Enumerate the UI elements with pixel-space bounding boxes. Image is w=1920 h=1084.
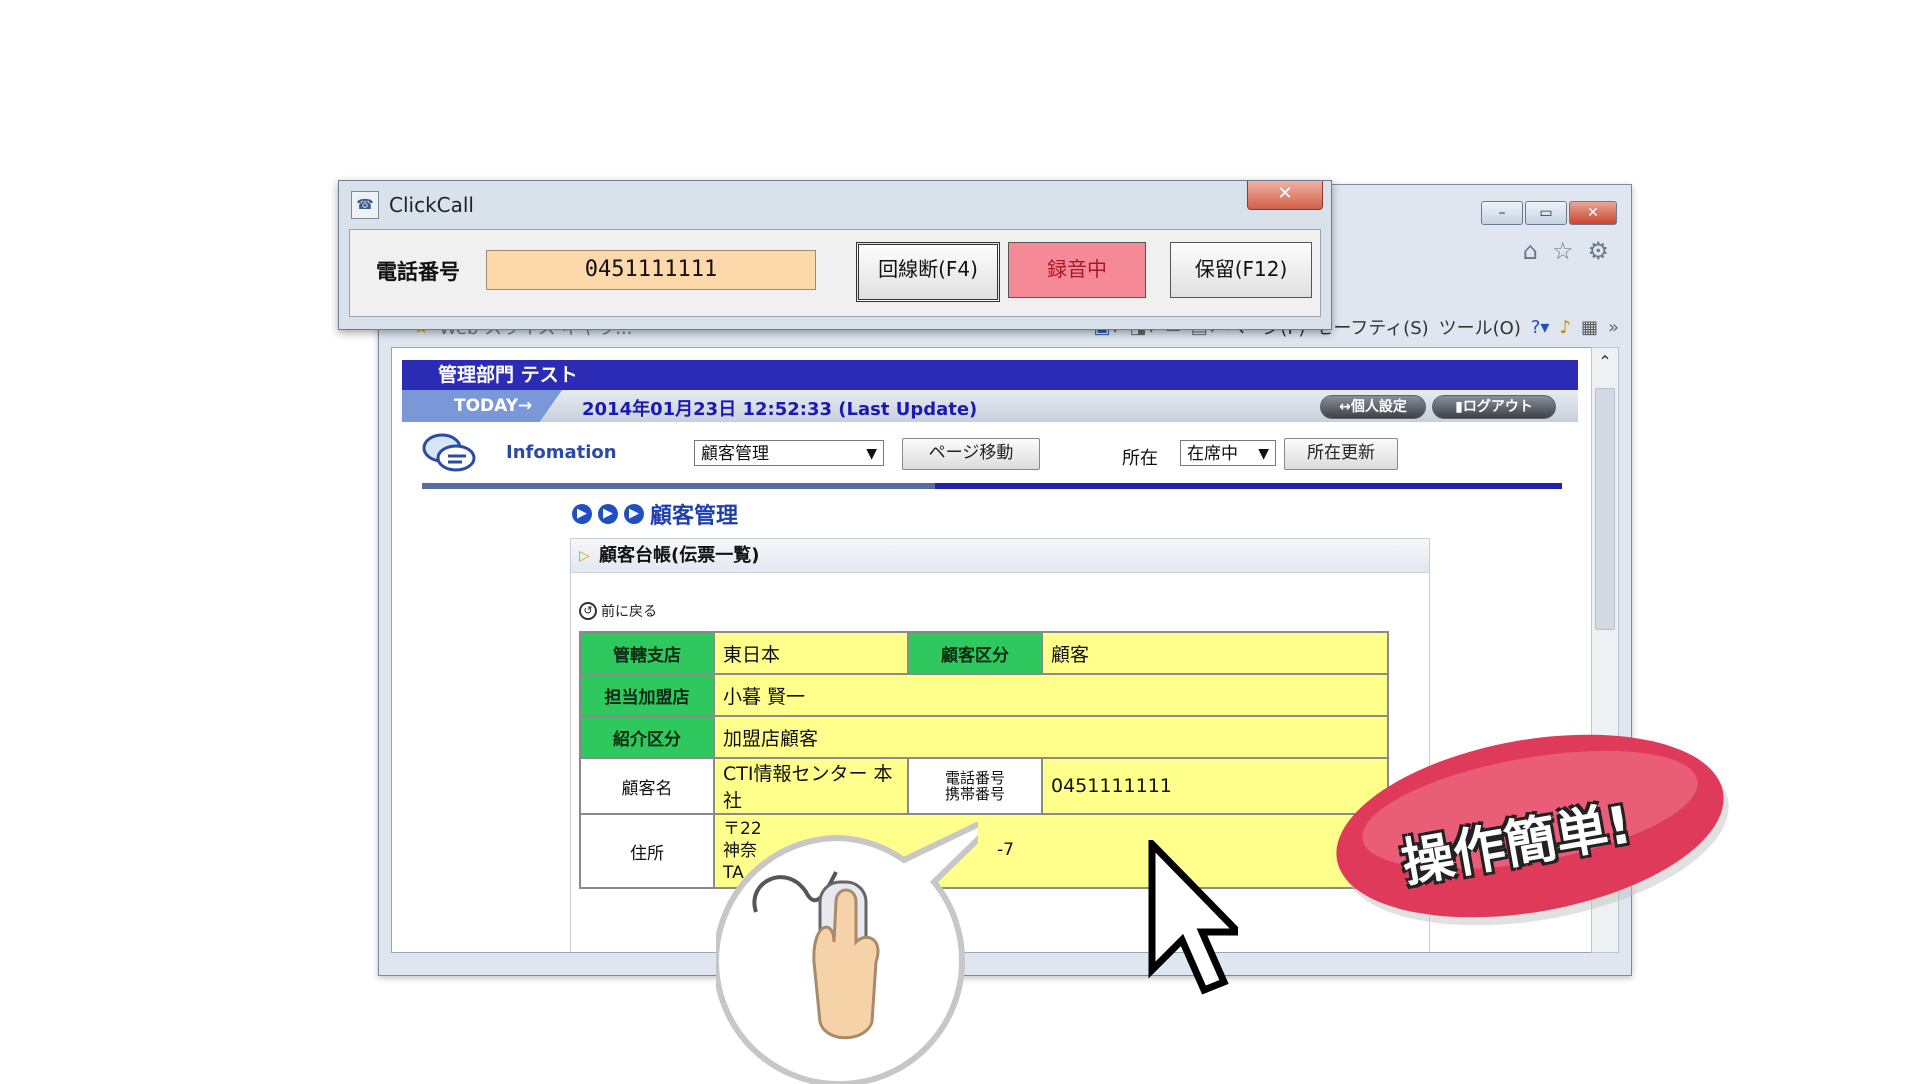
customer-panel: ▷ 顧客台帳(伝票一覧) ↺ 前に戻る 管轄支店 東日本 顧客区分 顧客 担当加… (570, 538, 1430, 952)
tools-menu[interactable]: ツール(O) (1439, 314, 1521, 340)
logout-label: ログアウト (1462, 399, 1533, 415)
mouse-click-callout (716, 822, 978, 1084)
gear-icon[interactable]: ⚙ (1587, 237, 1609, 265)
arrow-circle-icon: ▶ (598, 504, 618, 524)
minimize-button[interactable]: – (1481, 201, 1523, 225)
scroll-up-icon[interactable]: ⌃ (1592, 352, 1618, 371)
info-row: Infomation 顧客管理 ▼ ページ移動 所在 在席中 ▼ 所在更新 (412, 430, 1572, 480)
table-row: 管轄支店 東日本 顧客区分 顧客 (579, 631, 1389, 675)
date-bar: TODAY→ 2014年01月23日 12:52:33 (Last Update… (402, 390, 1578, 422)
customer-table: 管轄支店 東日本 顧客区分 顧客 担当加盟店 小暮 賢一 紹介区分 加盟店顧客 … (579, 631, 1389, 889)
clickcall-dialog: ☎ ClickCall ✕ 電話番号 0451111111 回線断(F4) 録音… (338, 180, 1332, 330)
tel-label: 電話番号 (376, 260, 460, 284)
page-select[interactable]: 顧客管理 ▼ (694, 440, 884, 466)
addon-icon[interactable]: ▦ (1581, 317, 1598, 338)
category-label: 顧客区分 (907, 631, 1043, 675)
home-icon[interactable]: ⌂ (1523, 237, 1538, 265)
today-tab: TODAY→ (402, 390, 562, 422)
information-label: Infomation (506, 442, 617, 463)
chat-bubbles-icon (422, 433, 476, 472)
location-update-button[interactable]: 所在更新 (1284, 438, 1398, 470)
phone-app-icon: ☎ (351, 191, 379, 219)
chevron-down-icon: ▼ (866, 446, 877, 462)
back-arrow-icon: ↺ (579, 602, 597, 620)
research-icon[interactable]: ♪ (1559, 317, 1571, 338)
maximize-button[interactable]: ▭ (1525, 201, 1567, 225)
customer-name-label: 顧客名 (579, 757, 715, 815)
agent-label: 担当加盟店 (579, 673, 715, 717)
triangle-icon: ▷ (579, 548, 590, 564)
personal-settings-button[interactable]: ↔個人設定 (1320, 395, 1426, 419)
dialog-title: ClickCall (389, 193, 474, 217)
table-row: 住所 〒22 神奈 TA -7 (579, 813, 1389, 889)
tel-input[interactable]: 0451111111 (486, 250, 816, 290)
address-tail-text: -7 (997, 840, 1014, 860)
panel-title: 顧客台帳(伝票一覧) (599, 545, 760, 566)
table-row: 顧客名 CTI情報センター 本社 電話番号 携帯番号 0451111111 (579, 757, 1389, 815)
easy-operation-badge: 操作簡単! (1330, 730, 1740, 930)
referral-label: 紹介区分 (579, 715, 715, 759)
address-label: 住所 (579, 813, 715, 889)
panel-header: ▷ 顧客台帳(伝票一覧) (571, 539, 1429, 573)
dialog-body: 電話番号 0451111111 回線断(F4) 録音中 保留(F12) (349, 229, 1321, 317)
section-title: 顧客管理 (650, 504, 739, 529)
location-select-value: 在席中 (1187, 444, 1238, 464)
chevron-down-icon: ▼ (1258, 446, 1269, 462)
window-controls: – ▭ ✕ (1481, 201, 1617, 225)
branch-label: 管轄支店 (579, 631, 715, 675)
phone-label: 電話番号 携帯番号 (907, 757, 1043, 815)
browser-nav-icons: ⌂ ☆ ⚙ (1523, 237, 1609, 265)
help-icon[interactable]: ?▾ (1531, 317, 1550, 338)
category-value: 顧客 (1041, 631, 1389, 675)
recording-button[interactable]: 録音中 (1008, 242, 1146, 298)
section-heading: ▶ ▶ ▶ 顧客管理 (572, 498, 738, 530)
arrow-circle-icon: ▶ (624, 504, 644, 524)
last-update-text: 2014年01月23日 12:52:33 (Last Update) (582, 399, 978, 420)
more-chevron-icon[interactable]: » (1608, 317, 1619, 338)
back-link-label: 前に戻る (601, 604, 657, 620)
hold-button[interactable]: 保留(F12) (1170, 242, 1312, 298)
page-select-value: 顧客管理 (701, 444, 769, 464)
branch-value: 東日本 (713, 631, 909, 675)
arrow-circle-icon: ▶ (572, 504, 592, 524)
cursor-arrow-icon (1148, 840, 1238, 995)
close-button[interactable]: ✕ (1569, 201, 1617, 225)
safety-menu[interactable]: セーフティ(S) (1315, 314, 1428, 340)
info-divider (422, 483, 1562, 489)
back-link[interactable]: ↺ 前に戻る (579, 601, 657, 621)
location-select[interactable]: 在席中 ▼ (1180, 440, 1276, 466)
location-label: 所在 (1122, 448, 1158, 469)
referral-value: 加盟店顧客 (713, 715, 1389, 759)
table-row: 紹介区分 加盟店顧客 (579, 715, 1389, 759)
customer-name-value: CTI情報センター 本社 (713, 757, 909, 815)
hangup-button[interactable]: 回線断(F4) (856, 242, 1000, 302)
scroll-thumb[interactable] (1595, 388, 1615, 630)
department-title-bar: 管理部門 テスト (402, 360, 1578, 390)
star-icon[interactable]: ☆ (1552, 237, 1574, 265)
dialog-close-button[interactable]: ✕ (1247, 181, 1323, 210)
page-move-button[interactable]: ページ移動 (902, 438, 1040, 470)
door-icon: ▮ (1455, 399, 1463, 415)
table-row: 担当加盟店 小暮 賢一 (579, 673, 1389, 717)
logout-button[interactable]: ▮ログアウト (1432, 395, 1556, 419)
agent-value: 小暮 賢一 (713, 673, 1389, 717)
